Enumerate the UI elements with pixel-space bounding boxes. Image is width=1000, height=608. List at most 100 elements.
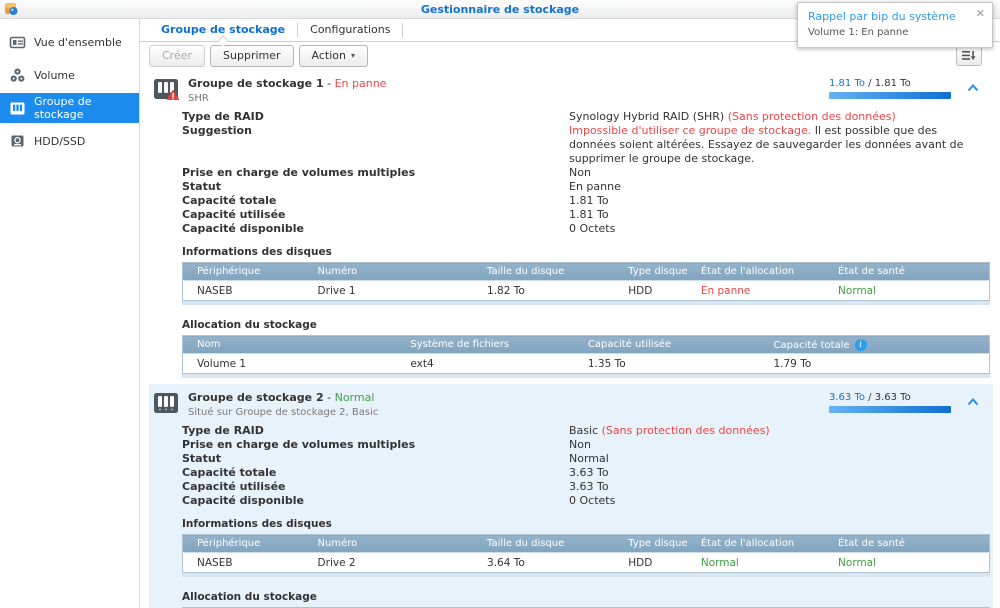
- column-header[interactable]: Numéro: [304, 263, 473, 281]
- number-cell: Drive 2: [304, 553, 473, 573]
- disk-info-section-label: Informations des disques: [182, 518, 993, 530]
- total-cell: 1.79 To: [759, 354, 989, 374]
- sidebar-item-label: HDD/SSD: [34, 135, 85, 148]
- storage-pool-panel-1: Groupe de stockage 1 - En panne SHR 1.81…: [149, 70, 993, 378]
- column-header[interactable]: Nom: [183, 336, 397, 354]
- hdd-ssd-icon: [9, 133, 26, 150]
- info-icon[interactable]: i: [855, 339, 867, 351]
- sidebar: Vue d'ensemble Volume: [0, 19, 140, 608]
- column-header[interactable]: Périphérique: [183, 535, 304, 553]
- sort-collapse-icon: [962, 50, 976, 61]
- capacity-progress-bar: [829, 92, 951, 99]
- pool-subtitle: SHR: [188, 93, 386, 104]
- pool-title: Groupe de stockage 1: [188, 77, 324, 90]
- column-header[interactable]: État de santé: [824, 263, 989, 281]
- capacity-separator: /: [865, 78, 875, 89]
- type-cell: HDD: [614, 281, 687, 301]
- storage-pool-icon: [153, 392, 180, 418]
- chevron-up-icon[interactable]: [967, 82, 979, 95]
- sidebar-item-hdd-ssd[interactable]: HDD/SSD: [0, 126, 139, 156]
- collapse-all-button[interactable]: [956, 46, 982, 66]
- allocation-section-label: Allocation du stockage: [182, 319, 993, 331]
- storage-pool-list: Groupe de stockage 1 - En panne SHR 1.81…: [140, 69, 1000, 608]
- column-header[interactable]: Taille du disque: [473, 263, 614, 281]
- available-capacity-value: 0 Octets: [569, 222, 993, 236]
- disk-info-table: Périphérique Numéro Taille du disque Typ…: [182, 534, 990, 577]
- suggestion-alert: Impossible d'utiliser ce groupe de stock…: [569, 124, 811, 137]
- column-header[interactable]: État de l'allocation: [687, 263, 824, 281]
- device-cell: NASEB: [183, 553, 304, 573]
- status-value: En panne: [569, 180, 993, 194]
- panel-header: Groupe de stockage 1 - En panne SHR 1.81…: [149, 70, 993, 106]
- used-capacity-value: 1.81 To: [569, 208, 993, 222]
- column-header-label: Capacité totale: [773, 340, 849, 351]
- sidebar-item-storage-pool[interactable]: Groupe de stockage: [0, 93, 139, 123]
- size-cell: 3.64 To: [473, 553, 614, 573]
- column-header[interactable]: Périphérique: [183, 263, 304, 281]
- create-button[interactable]: Créer: [149, 45, 205, 67]
- volume-icon: [9, 67, 26, 84]
- table-row[interactable]: NASEB Drive 2 3.64 To HDD Normal Normal: [183, 553, 990, 573]
- action-label: Action: [312, 49, 346, 62]
- detail-label: Type de RAID: [182, 110, 569, 124]
- detail-label: Capacité disponible: [182, 222, 569, 236]
- close-icon[interactable]: ✕: [976, 8, 985, 19]
- detail-row: Suggestion Impossible d'utiliser ce grou…: [149, 124, 993, 166]
- sidebar-item-volume[interactable]: Volume: [0, 60, 139, 90]
- raid-warning: (Sans protection des données): [602, 424, 770, 437]
- detail-row: Capacité utilisée 3.63 To: [149, 480, 993, 494]
- dash: -: [327, 77, 331, 90]
- table-row[interactable]: Volume 1 ext4 1.35 To 1.79 To: [183, 354, 990, 374]
- size-cell: 1.82 To: [473, 281, 614, 301]
- pool-status-badge: Normal: [335, 391, 375, 404]
- column-header[interactable]: Taille du disque: [473, 535, 614, 553]
- total-capacity-value: 1.81 To: [569, 194, 993, 208]
- capacity-total: 1.81 To: [875, 78, 911, 89]
- detail-label: Statut: [182, 180, 569, 194]
- column-header[interactable]: Système de fichiers: [396, 336, 574, 354]
- sidebar-item-overview[interactable]: Vue d'ensemble: [0, 27, 139, 57]
- action-dropdown-button[interactable]: Action ▾: [299, 45, 368, 67]
- detail-label: Capacité totale: [182, 194, 569, 208]
- tab-storage-pool[interactable]: Groupe de stockage: [149, 19, 297, 41]
- storage-pool-warning-icon: [153, 78, 180, 104]
- type-cell: HDD: [614, 553, 687, 573]
- detail-label: Statut: [182, 452, 569, 466]
- capacity-summary: 3.63 To / 3.63 To: [829, 392, 951, 413]
- capacity-used: 3.63 To: [829, 392, 865, 403]
- column-header[interactable]: Capacité utilisée: [574, 336, 760, 354]
- allocation-status-cell: Normal: [687, 553, 824, 573]
- column-header[interactable]: Numéro: [304, 535, 473, 553]
- detail-row: Prise en charge de volumes multiples Non: [149, 166, 993, 180]
- capacity-used: 1.81 To: [829, 78, 865, 89]
- column-header[interactable]: État de santé: [824, 535, 989, 553]
- detail-label: Capacité disponible: [182, 494, 569, 508]
- sidebar-item-label: Groupe de stockage: [34, 95, 139, 121]
- sidebar-item-label: Vue d'ensemble: [34, 36, 122, 49]
- column-header[interactable]: État de l'allocation: [687, 535, 824, 553]
- disk-info-table: Périphérique Numéro Taille du disque Typ…: [182, 262, 990, 305]
- tab-configurations[interactable]: Configurations: [298, 19, 402, 41]
- panel-header: Groupe de stockage 2 - Normal Situé sur …: [149, 384, 993, 420]
- notification-title: Rappel par bip du système: [808, 10, 982, 23]
- detail-label: Capacité utilisée: [182, 480, 569, 494]
- column-header[interactable]: Type disque: [614, 535, 687, 553]
- detail-row: Type de RAID Synology Hybrid RAID (SHR) …: [149, 110, 993, 124]
- available-capacity-value: 0 Octets: [569, 494, 993, 508]
- column-header[interactable]: Capacité totale i: [759, 336, 989, 354]
- detail-label: Suggestion: [182, 124, 569, 166]
- device-cell: NASEB: [183, 281, 304, 301]
- detail-label: Capacité totale: [182, 466, 569, 480]
- overview-icon: [9, 34, 26, 51]
- detail-row: Capacité totale 3.63 To: [149, 466, 993, 480]
- raid-warning: (Sans protection des données): [728, 110, 896, 123]
- chevron-up-icon[interactable]: [967, 396, 979, 409]
- table-row[interactable]: NASEB Drive 1 1.82 To HDD En panne Norma…: [183, 281, 990, 301]
- volume-name-cell: Volume 1: [183, 354, 397, 374]
- capacity-separator: /: [865, 392, 875, 403]
- column-header[interactable]: Type disque: [614, 263, 687, 281]
- disk-info-section-label: Informations des disques: [182, 246, 993, 258]
- chevron-down-icon: ▾: [351, 51, 355, 60]
- detail-row: Statut En panne: [149, 180, 993, 194]
- delete-button[interactable]: Supprimer: [210, 45, 294, 67]
